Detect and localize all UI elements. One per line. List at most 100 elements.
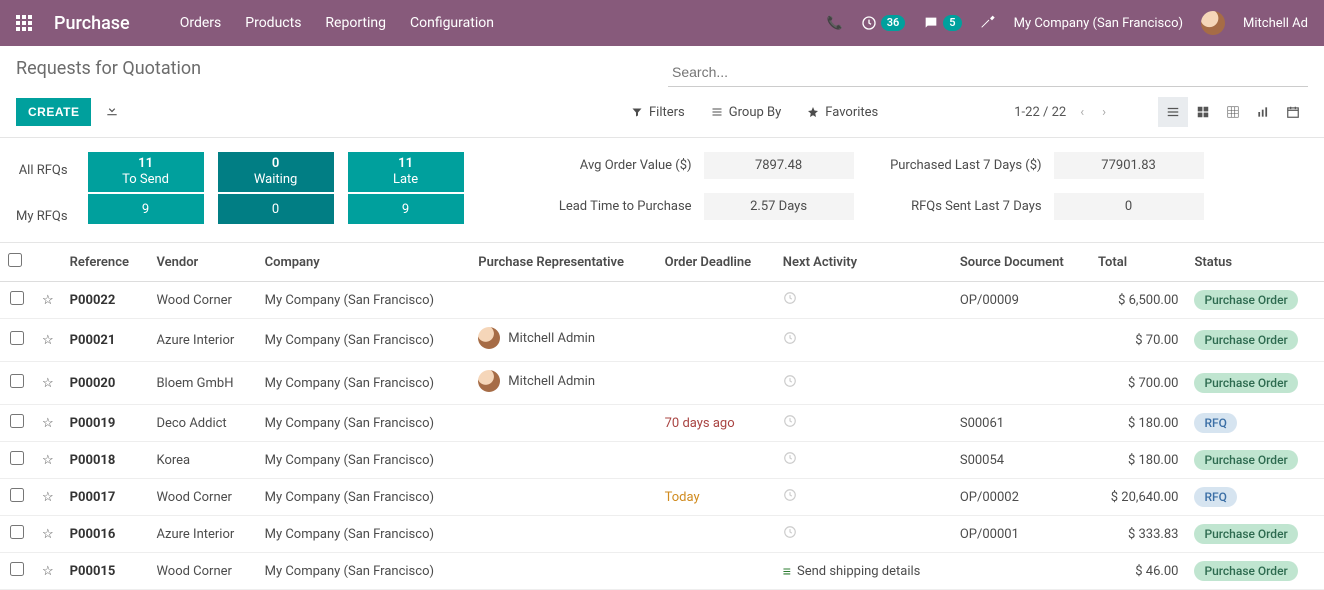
download-icon[interactable] — [105, 103, 119, 121]
table-row[interactable]: ☆P00022Wood CornerMy Company (San Franci… — [0, 282, 1324, 319]
star-icon[interactable]: ☆ — [42, 453, 54, 468]
filters-label: Filters — [649, 105, 685, 120]
groupby-button[interactable]: Group By — [711, 105, 782, 120]
app-brand[interactable]: Purchase — [54, 13, 130, 34]
avatar — [478, 327, 500, 349]
row-checkbox[interactable] — [10, 374, 24, 388]
avatar[interactable] — [1201, 11, 1225, 35]
avatar — [478, 370, 500, 392]
row-checkbox[interactable] — [10, 451, 24, 465]
row-checkbox[interactable] — [10, 562, 24, 576]
select-all-checkbox[interactable] — [8, 253, 22, 267]
vendor: Korea — [148, 442, 256, 479]
rep-name: Mitchell Admin — [508, 331, 595, 346]
clock-icon[interactable] — [783, 491, 797, 506]
row-checkbox[interactable] — [10, 525, 24, 539]
pager-next-icon[interactable]: › — [1098, 101, 1110, 124]
tile-late[interactable]: 11Late — [348, 152, 464, 192]
breadcrumb: Requests for Quotation — [16, 58, 201, 79]
username[interactable]: Mitchell Ad — [1243, 16, 1308, 31]
clock-activity[interactable]: 36 — [861, 15, 906, 31]
tile-to-send[interactable]: 11To Send — [88, 152, 204, 192]
col-source[interactable]: Source Document — [952, 243, 1090, 282]
nav-configuration[interactable]: Configuration — [410, 15, 494, 31]
star-icon[interactable]: ☆ — [42, 490, 54, 505]
search-input[interactable] — [668, 58, 1308, 87]
star-icon[interactable]: ☆ — [42, 376, 54, 391]
company: My Company (San Francisco) — [257, 405, 471, 442]
source-document: OP/00009 — [952, 282, 1090, 319]
view-list-icon[interactable] — [1158, 97, 1188, 127]
row-checkbox[interactable] — [10, 414, 24, 428]
clock-icon[interactable] — [783, 454, 797, 469]
star-icon[interactable]: ☆ — [42, 564, 54, 579]
nav-products[interactable]: Products — [245, 15, 301, 31]
create-button[interactable]: CREATE — [16, 98, 91, 126]
star-icon[interactable]: ☆ — [42, 527, 54, 542]
table-row[interactable]: ☆P00020Bloem GmbHMy Company (San Francis… — [0, 362, 1324, 405]
col-company[interactable]: Company — [257, 243, 471, 282]
wrench-icon[interactable] — [980, 13, 996, 33]
clock-icon[interactable] — [783, 528, 797, 543]
metric-label: Purchased Last 7 Days ($) — [884, 158, 1054, 173]
table-row[interactable]: ☆P00015Wood CornerMy Company (San Franci… — [0, 553, 1324, 590]
status-badge: Purchase Order — [1194, 524, 1297, 544]
col-reference[interactable]: Reference — [62, 243, 149, 282]
company-switcher[interactable]: My Company (San Francisco) — [1014, 16, 1183, 31]
tile-waiting[interactable]: 0Waiting — [218, 152, 334, 192]
star-icon[interactable]: ☆ — [42, 333, 54, 348]
apps-icon[interactable] — [16, 15, 32, 31]
star-icon[interactable]: ☆ — [42, 416, 54, 431]
deadline: 70 days ago — [665, 416, 735, 431]
rfq-table: Reference Vendor Company Purchase Repres… — [0, 242, 1324, 590]
table-row[interactable]: ☆P00017Wood CornerMy Company (San Franci… — [0, 479, 1324, 516]
nav-reporting[interactable]: Reporting — [325, 15, 386, 31]
col-deadline[interactable]: Order Deadline — [657, 243, 775, 282]
total: $ 180.00 — [1090, 442, 1186, 479]
view-graph-icon[interactable] — [1248, 97, 1278, 127]
chat-icon[interactable]: 5 — [923, 15, 961, 31]
star-icon[interactable]: ☆ — [42, 293, 54, 308]
company: My Company (San Francisco) — [257, 442, 471, 479]
row-checkbox[interactable] — [10, 331, 24, 345]
clock-icon[interactable] — [783, 377, 797, 392]
groupby-label: Group By — [729, 105, 782, 120]
metric-value: 2.57 Days — [704, 193, 854, 220]
clock-icon[interactable] — [783, 417, 797, 432]
tile-row-label-all: All RFQs — [16, 163, 68, 178]
row-checkbox[interactable] — [10, 291, 24, 305]
clock-icon[interactable] — [783, 294, 797, 309]
filters-button[interactable]: Filters — [631, 105, 685, 120]
status-badge: Purchase Order — [1194, 450, 1297, 470]
col-vendor[interactable]: Vendor — [148, 243, 256, 282]
table-row[interactable]: ☆P00018KoreaMy Company (San Francisco)S0… — [0, 442, 1324, 479]
nav-orders[interactable]: Orders — [180, 15, 222, 31]
clock-icon[interactable] — [783, 334, 797, 349]
activity-bars-icon[interactable]: ≡ — [783, 563, 789, 580]
row-checkbox[interactable] — [10, 488, 24, 502]
col-status[interactable]: Status — [1186, 243, 1324, 282]
favorites-button[interactable]: Favorites — [807, 105, 878, 120]
col-rep[interactable]: Purchase Representative — [470, 243, 656, 282]
view-calendar-icon[interactable] — [1278, 97, 1308, 127]
tile-waiting-my[interactable]: 0 — [218, 194, 334, 224]
status-badge: Purchase Order — [1194, 561, 1297, 581]
tile-late-my[interactable]: 9 — [348, 194, 464, 224]
table-row[interactable]: ☆P00021Azure InteriorMy Company (San Fra… — [0, 319, 1324, 362]
view-kanban-icon[interactable] — [1188, 97, 1218, 127]
total: $ 6,500.00 — [1090, 282, 1186, 319]
phone-icon[interactable]: 📞 — [827, 16, 843, 31]
pager-prev-icon[interactable]: ‹ — [1076, 101, 1088, 124]
metric-value: 7897.48 — [704, 152, 854, 179]
source-document — [952, 319, 1090, 362]
table-row[interactable]: ☆P00019Deco AddictMy Company (San Franci… — [0, 405, 1324, 442]
source-document — [952, 362, 1090, 405]
tile-to-send-my[interactable]: 9 — [88, 194, 204, 224]
total: $ 70.00 — [1090, 319, 1186, 362]
topbar: Purchase Orders Products Reporting Confi… — [0, 0, 1324, 46]
reference: P00021 — [70, 333, 116, 348]
view-pivot-icon[interactable] — [1218, 97, 1248, 127]
reference: P00022 — [70, 293, 116, 308]
col-activity[interactable]: Next Activity — [775, 243, 952, 282]
col-total[interactable]: Total — [1090, 243, 1186, 282]
